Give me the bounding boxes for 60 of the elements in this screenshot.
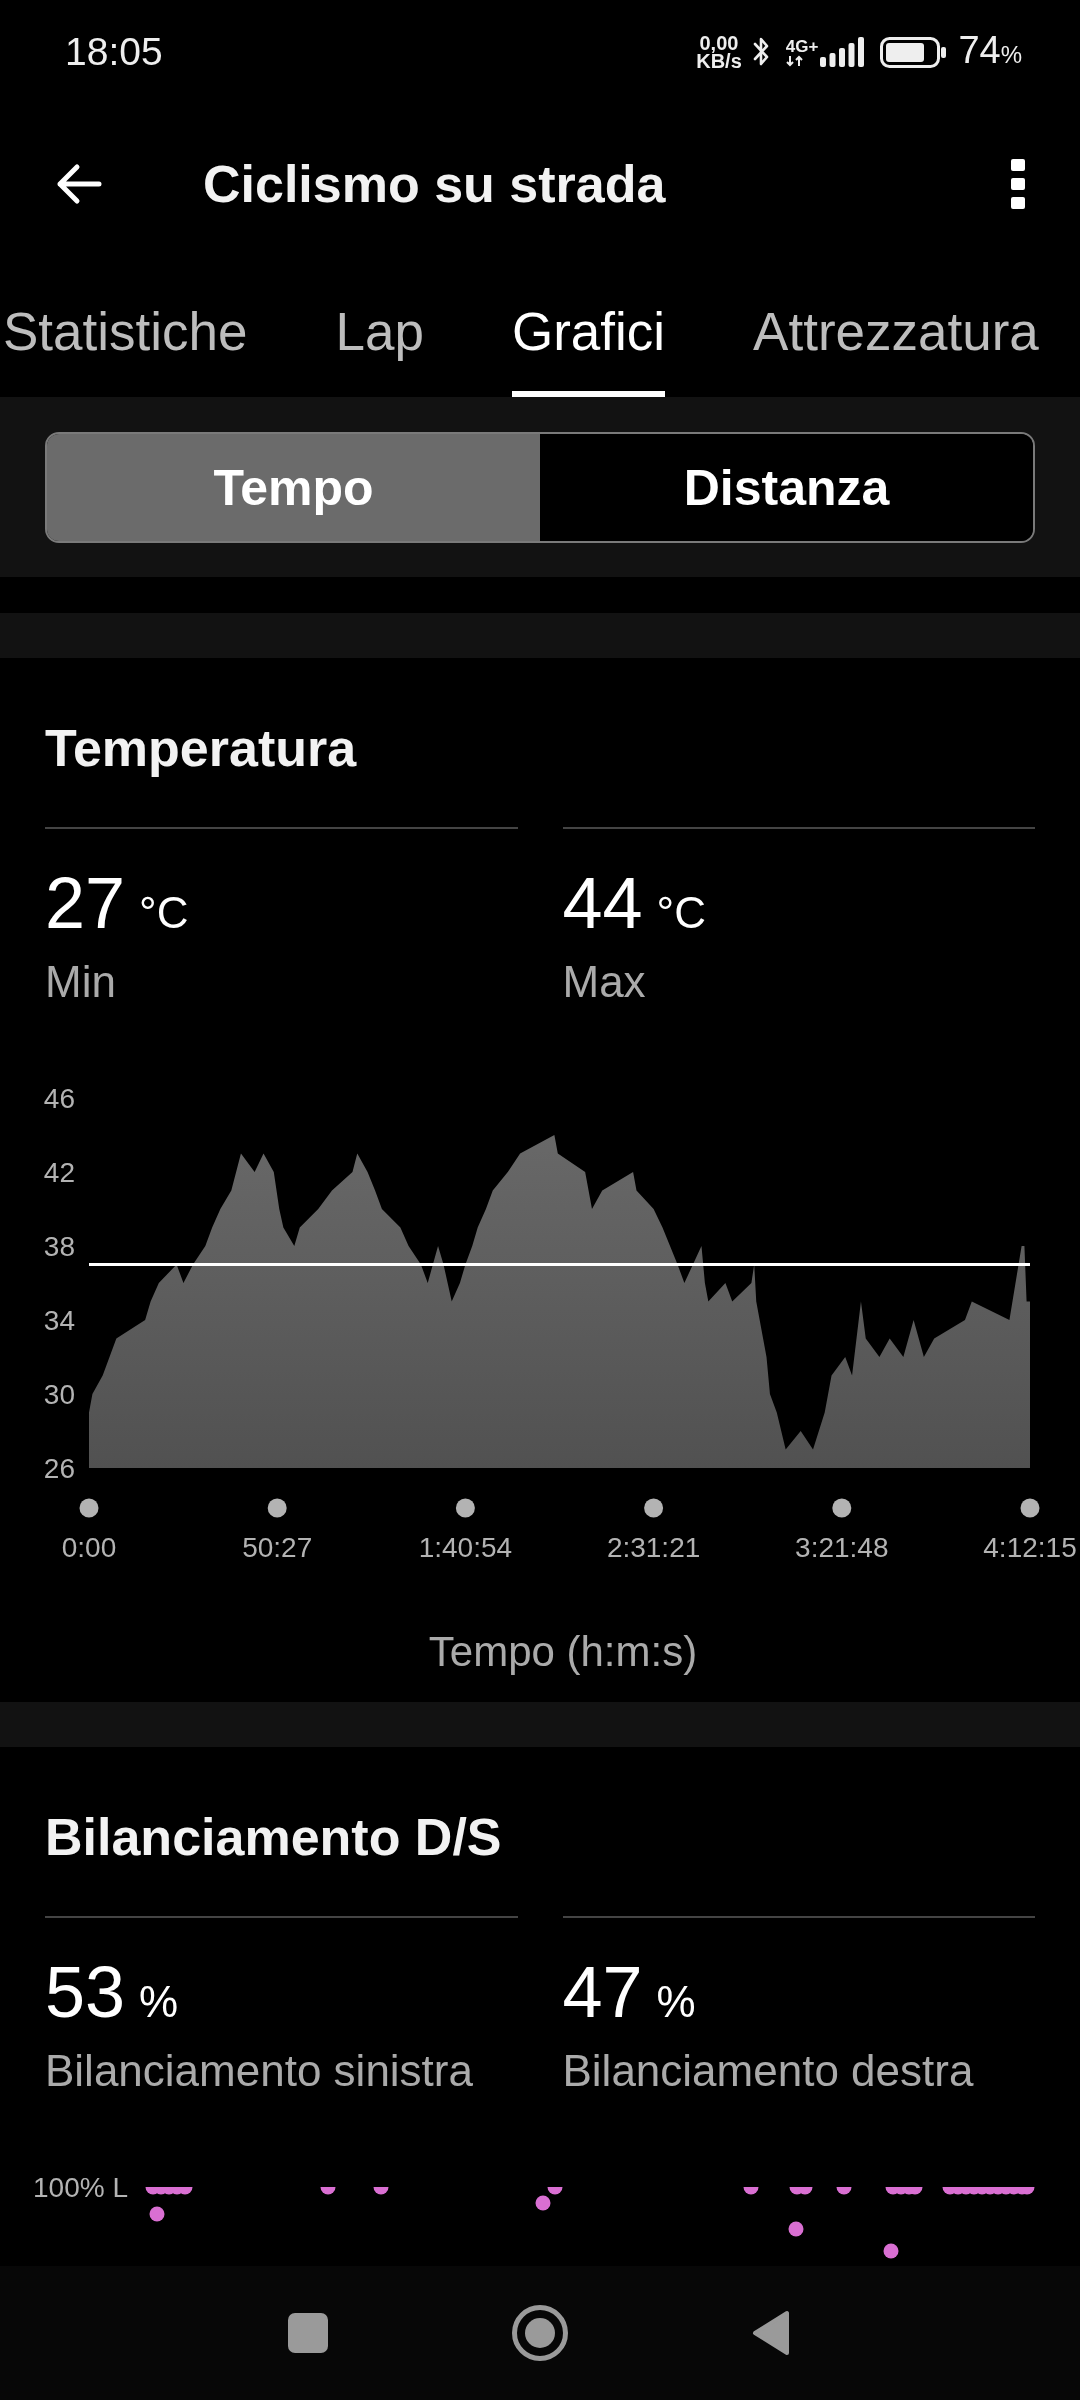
unit-label: °C [656,888,706,938]
network-type-label: 4G+ [785,38,819,55]
tab[interactable]: Lap [335,264,424,397]
stat-value: 27 [45,863,126,943]
tick-dot-icon [1020,1498,1040,1518]
network-speed-value: 0,00 [699,34,739,52]
data-point [788,2221,804,2237]
data-point [883,2243,899,2259]
data-arrows-icon [785,55,804,67]
signal-icon [820,37,865,67]
unit-label: % [656,1977,696,2027]
battery-icon [880,36,947,68]
section-title: Temperatura [44,718,358,778]
tick-dot-icon [455,1498,475,1518]
stat-label: Bilanciamento sinistra [45,2045,474,2097]
screen-title: Ciclismo su strada [203,154,666,214]
clock-time: 18:05 [65,30,163,74]
axis-label: 46 [43,1083,75,1114]
axis-label: 1:40:54 [418,1532,513,1563]
axis-label: 3:21:48 [795,1532,889,1563]
data-point [320,2187,336,2195]
section-title: Bilanciamento D/S [44,1807,503,1867]
tick-dot-icon [832,1498,852,1518]
stat-label: Min [45,956,117,1008]
axis-label: 100% L [33,2172,128,2203]
triangle-icon[interactable] [752,2310,790,2356]
back-icon[interactable] [56,163,102,205]
data-point [743,2187,759,2195]
unit-label: °C [139,888,189,938]
axis-label: 34 [43,1305,75,1336]
axis-label: 2:31:21 [606,1532,701,1563]
tick-dot-icon [267,1498,287,1518]
segment-tab[interactable]: Tempo [47,434,540,541]
axis-title: Tempo (h:m:s) [427,1627,699,1677]
more-options-icon[interactable] [1011,159,1025,209]
stat-value: 44 [562,863,643,943]
axis-label: 30 [43,1379,75,1410]
axis-label: 42 [43,1157,75,1188]
stat-value: 47 [562,1952,643,2032]
stat-label: Max [562,956,647,1008]
segment-tab[interactable]: Distanza [540,434,1033,541]
network-speed-unit: KB/s [696,52,742,70]
data-point [836,2187,852,2195]
axis-label: 38 [43,1231,75,1262]
stat-label: Bilanciamento destra [562,2045,975,2097]
axis-label: 0:00 [61,1532,117,1563]
battery-percentage: 74% [958,29,1022,73]
axis-label: 26 [43,1453,75,1484]
tab[interactable]: Statistiche [3,264,248,397]
square-icon[interactable] [288,2313,328,2353]
tick-dot-icon [79,1498,99,1518]
tab[interactable]: Attrezzatura [753,264,1039,397]
axis-label: 50:27 [242,1532,313,1563]
data-point [373,2187,389,2195]
unit-label: % [139,1977,179,2027]
axis-label: 4:12:15 [983,1532,1077,1563]
data-point [149,2206,165,2222]
circle-icon[interactable] [512,2305,568,2361]
tick-dot-icon [644,1498,664,1518]
stat-value: 53 [45,1952,126,2032]
